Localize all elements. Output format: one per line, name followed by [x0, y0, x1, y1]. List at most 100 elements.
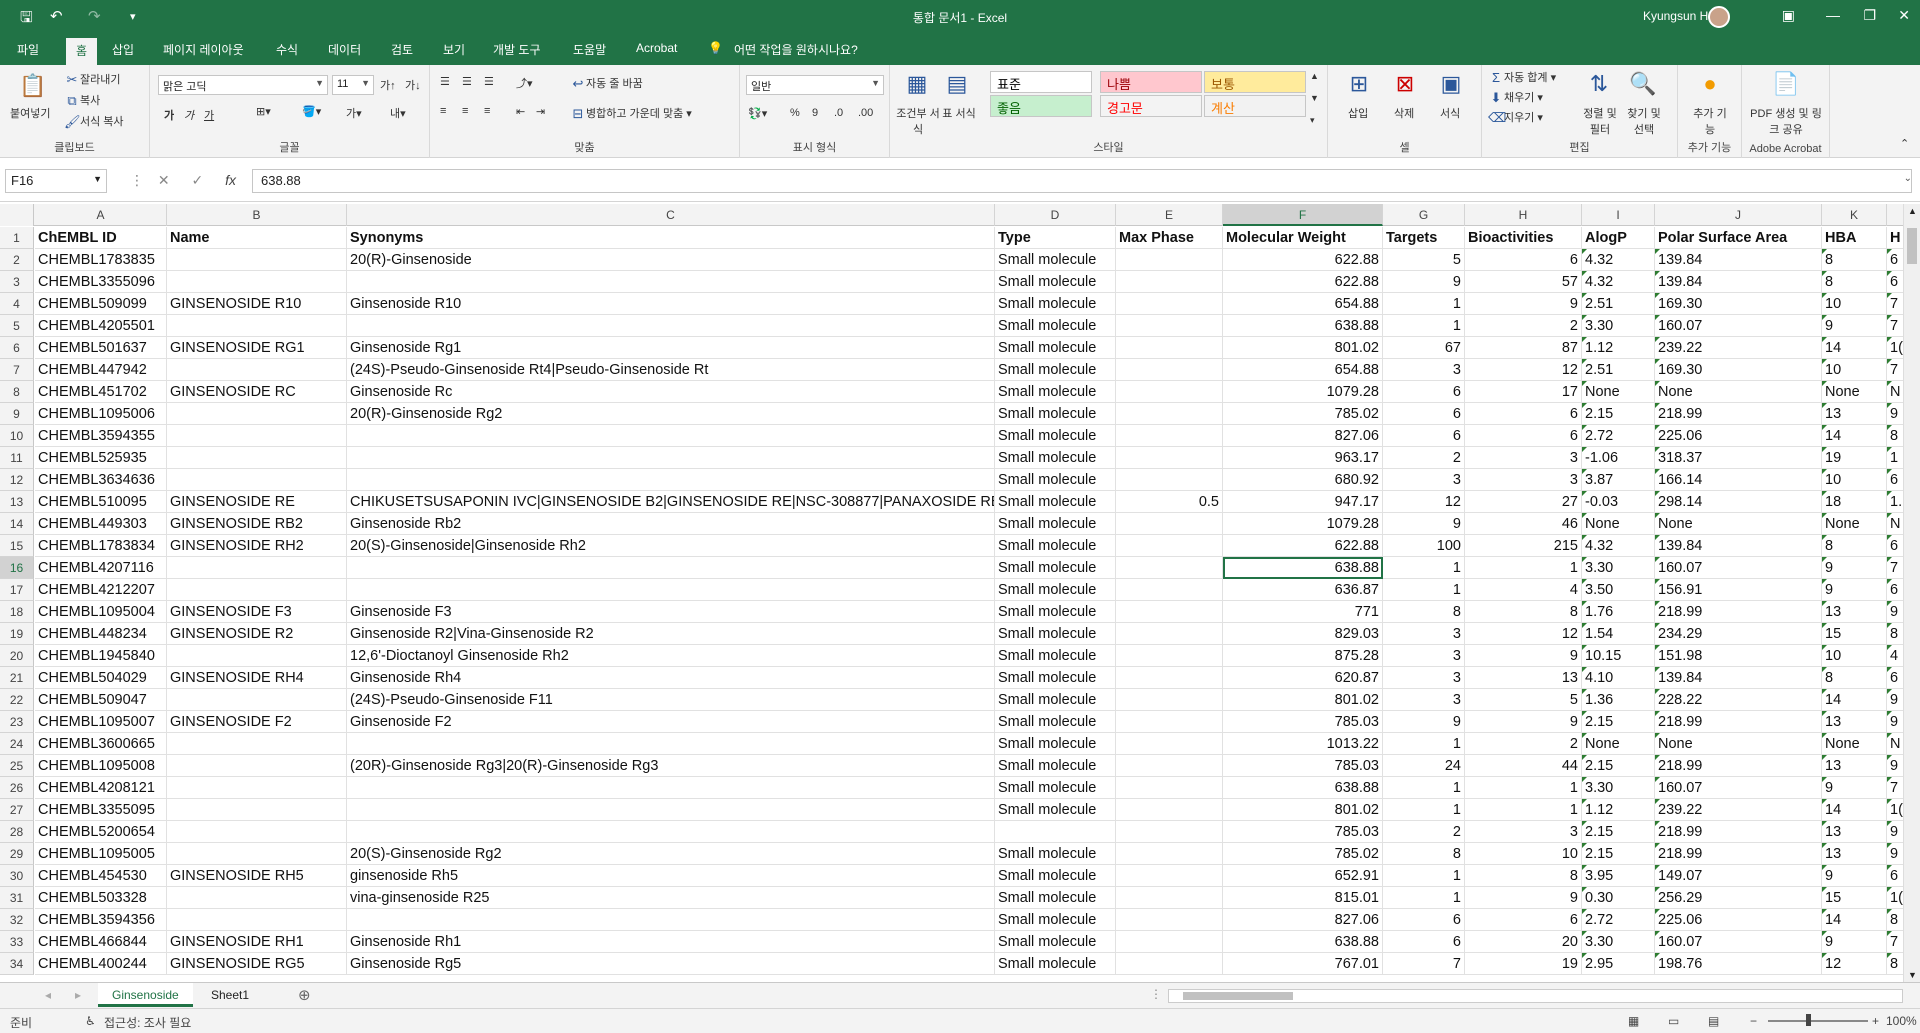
autosum-button[interactable]: Σ 자동 합계 ▾ [1488, 69, 1556, 86]
table-cell[interactable]: Ginsenoside Rc [347, 381, 995, 403]
table-cell[interactable] [1116, 557, 1223, 579]
table-cell[interactable]: 15 [1822, 887, 1887, 909]
table-cell[interactable]: 14 [1822, 909, 1887, 931]
table-cell[interactable]: 4.32 [1582, 535, 1655, 557]
cancel-icon[interactable]: ✕ [158, 172, 170, 188]
table-cell[interactable]: 2 [1465, 315, 1582, 337]
table-cell[interactable]: 1 [1465, 557, 1582, 579]
table-cell[interactable] [1116, 799, 1223, 821]
align-right-icon[interactable]: ≡ [484, 105, 490, 117]
table-cell[interactable]: Ginsenoside Rb2 [347, 513, 995, 535]
table-cell[interactable]: 160.07 [1655, 557, 1822, 579]
table-cell[interactable]: 14 [1822, 337, 1887, 359]
table-cell[interactable]: 3 [1383, 469, 1465, 491]
table-cell[interactable] [167, 469, 347, 491]
table-cell[interactable]: 6 [1383, 381, 1465, 403]
zoom-out-icon[interactable]: − [1750, 1014, 1757, 1028]
table-cell[interactable]: 14 [1822, 799, 1887, 821]
table-cell[interactable]: 87 [1465, 337, 1582, 359]
table-cell[interactable]: 3.30 [1582, 777, 1655, 799]
table-cell[interactable]: Small molecule [995, 865, 1116, 887]
table-cell[interactable]: Ginsenoside R10 [347, 293, 995, 315]
table-cell[interactable]: 6 [1465, 249, 1582, 271]
table-cell[interactable]: 3.30 [1582, 557, 1655, 579]
table-cell[interactable]: Small molecule [995, 513, 1116, 535]
insert-cells-button[interactable]: 삽입 [1348, 105, 1368, 121]
table-cell[interactable] [347, 447, 995, 469]
column-header-c[interactable]: C [347, 204, 995, 226]
header-cell[interactable]: HBA [1822, 227, 1887, 249]
cell-style-2[interactable]: 보통 [1204, 71, 1306, 93]
table-cell[interactable]: CHEMBL3594356 [35, 909, 167, 931]
column-header-k[interactable]: K [1822, 204, 1887, 226]
table-cell[interactable]: 19 [1465, 953, 1582, 975]
table-cell[interactable] [1116, 381, 1223, 403]
table-cell[interactable]: 0.30 [1582, 887, 1655, 909]
scroll-thumb[interactable] [1183, 992, 1293, 1000]
table-cell[interactable]: 6 [1465, 909, 1582, 931]
table-cell[interactable]: 239.22 [1655, 799, 1822, 821]
table-cell[interactable] [167, 359, 347, 381]
table-cell[interactable]: 9 [1465, 293, 1582, 315]
zoom-in-icon[interactable]: + [1872, 1014, 1879, 1028]
cell-style-1[interactable]: 나쁨 [1100, 71, 1202, 93]
table-cell[interactable]: 218.99 [1655, 755, 1822, 777]
table-cell[interactable]: CHEMBL448234 [35, 623, 167, 645]
table-cell[interactable]: 149.07 [1655, 865, 1822, 887]
table-cell[interactable]: CHEMBL4207116 [35, 557, 167, 579]
row-header[interactable]: 14 [0, 513, 34, 535]
table-cell[interactable]: 13 [1822, 843, 1887, 865]
table-cell[interactable]: (24S)-Pseudo-Ginsenoside F11 [347, 689, 995, 711]
column-header-b[interactable]: B [167, 204, 347, 226]
row-header[interactable]: 33 [0, 931, 34, 953]
table-cell[interactable] [1116, 359, 1223, 381]
scroll-up-icon[interactable]: ▲ [1310, 71, 1319, 81]
table-cell[interactable]: Ginsenoside Rh1 [347, 931, 995, 953]
table-cell[interactable]: GINSENOSIDE F2 [167, 711, 347, 733]
table-cell[interactable]: 15 [1822, 623, 1887, 645]
table-cell[interactable]: CHEMBL400244 [35, 953, 167, 975]
table-cell[interactable]: 1.12 [1582, 337, 1655, 359]
format-table-button[interactable]: 표 서식 [942, 105, 976, 121]
table-cell[interactable]: (20R)-Ginsenoside Rg3|20(R)-Ginsenoside … [347, 755, 995, 777]
table-cell[interactable]: 1 [1383, 315, 1465, 337]
table-cell[interactable] [347, 315, 995, 337]
accessibility-status[interactable]: 접근성: 조사 필요 [104, 1014, 191, 1031]
table-cell[interactable]: 9 [1822, 557, 1887, 579]
table-cell[interactable] [1116, 953, 1223, 975]
table-cell[interactable]: 5 [1465, 689, 1582, 711]
cell-style-0[interactable]: 표준 [990, 71, 1092, 93]
table-cell[interactable]: 160.07 [1655, 931, 1822, 953]
table-cell[interactable]: None [1822, 381, 1887, 403]
table-cell[interactable]: Small molecule [995, 557, 1116, 579]
percent-icon[interactable]: % [790, 107, 800, 119]
header-cell[interactable]: Synonyms [347, 227, 995, 249]
table-cell[interactable]: Ginsenoside Rg1 [347, 337, 995, 359]
table-cell[interactable]: CHEMBL3594355 [35, 425, 167, 447]
table-cell[interactable]: 6 [1465, 425, 1582, 447]
formula-input[interactable]: 638.88 [252, 169, 1912, 193]
table-cell[interactable]: GINSENOSIDE RE [167, 491, 347, 513]
row-header[interactable]: 27 [0, 799, 34, 821]
table-cell[interactable]: 9 [1383, 711, 1465, 733]
tab-home[interactable]: 홈 [66, 38, 98, 65]
table-cell[interactable]: -0.03 [1582, 491, 1655, 513]
table-cell[interactable]: Small molecule [995, 733, 1116, 755]
align-left-icon[interactable]: ≡ [440, 105, 446, 117]
table-cell[interactable]: Small molecule [995, 469, 1116, 491]
table-cell[interactable]: 218.99 [1655, 601, 1822, 623]
table-cell[interactable] [167, 843, 347, 865]
table-cell[interactable]: CHEMBL525935 [35, 447, 167, 469]
table-cell[interactable]: Small molecule [995, 645, 1116, 667]
table-cell[interactable] [167, 821, 347, 843]
header-cell[interactable]: Name [167, 227, 347, 249]
table-cell[interactable]: CHEMBL510095 [35, 491, 167, 513]
tab-page-layout[interactable]: 페이지 레이아웃 [163, 41, 244, 58]
cut-button[interactable]: ✂ 잘라내기 [64, 71, 121, 88]
table-cell[interactable]: 3 [1465, 447, 1582, 469]
table-cell[interactable]: Small molecule [995, 249, 1116, 271]
table-cell[interactable]: 875.28 [1223, 645, 1383, 667]
table-cell[interactable]: 160.07 [1655, 777, 1822, 799]
table-cell[interactable]: CHEMBL503328 [35, 887, 167, 909]
table-cell[interactable]: 12,6'-Dioctanoyl Ginsenoside Rh2 [347, 645, 995, 667]
